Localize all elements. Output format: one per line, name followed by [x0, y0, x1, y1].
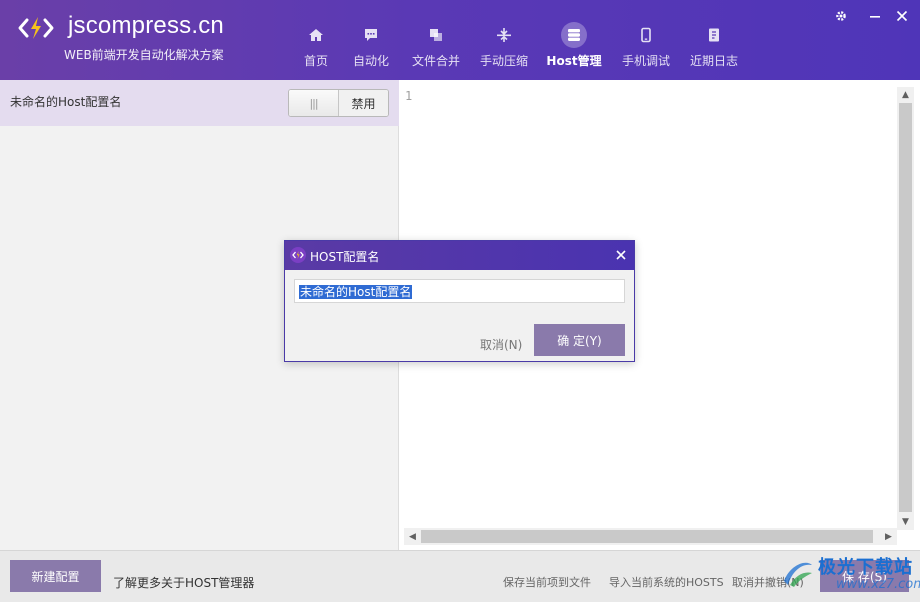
app-title: jscompress.cn — [68, 12, 224, 39]
app-subtitle: WEB前端开发自动化解决方案 — [64, 48, 224, 62]
toggle-knob[interactable]: ||| — [289, 90, 339, 116]
horizontal-scroll-thumb[interactable] — [421, 530, 873, 543]
log-icon — [701, 22, 727, 48]
scroll-down-arrow-icon[interactable]: ▼ — [897, 514, 914, 530]
enable-toggle[interactable]: ||| 禁用 — [288, 89, 389, 117]
settings-button[interactable] — [832, 8, 850, 24]
close-window-button[interactable] — [893, 8, 911, 24]
vertical-scroll-thumb[interactable] — [899, 103, 912, 512]
gear-icon — [836, 11, 846, 21]
dialog-title: HOST配置名 — [310, 250, 380, 264]
nav-phone-debug[interactable]: 手机调试 — [612, 0, 680, 80]
scroll-left-arrow-icon[interactable]: ◀ — [404, 528, 421, 545]
config-name-input[interactable]: 未命名的Host配置名 — [294, 279, 625, 303]
dialog-titlebar: HOST配置名 — [285, 241, 634, 270]
vertical-scrollbar[interactable]: ▲ ▼ — [897, 87, 914, 530]
dialog-close-button[interactable] — [613, 247, 629, 263]
selected-text: 未命名的Host配置名 — [299, 285, 413, 299]
compress-icon — [491, 22, 517, 48]
import-hosts-link[interactable]: 导入当前系统的HOSTS — [609, 574, 724, 590]
line-number: 1 — [405, 89, 413, 103]
phone-icon — [633, 22, 659, 48]
learn-more-link[interactable]: 了解更多关于HOST管理器 — [113, 574, 254, 591]
rename-dialog: HOST配置名 未命名的Host配置名 取消(N) 确 定(Y) — [284, 240, 635, 362]
disable-label: 禁用 — [339, 90, 388, 116]
host-config-item[interactable]: 未命名的Host配置名 ||| 禁用 — [0, 80, 399, 126]
minimize-icon — [870, 16, 880, 18]
nav-automation[interactable]: 自动化 — [342, 0, 400, 80]
minimize-button[interactable] — [866, 8, 884, 24]
nav-home[interactable]: 首页 — [290, 0, 342, 80]
scroll-right-arrow-icon[interactable]: ▶ — [880, 528, 897, 545]
new-config-button[interactable]: 新建配置 — [10, 560, 101, 592]
nav-recent-log[interactable]: 近期日志 — [680, 0, 748, 80]
config-name-label: 未命名的Host配置名 — [10, 95, 122, 109]
home-icon — [303, 22, 329, 48]
code-bolt-icon — [18, 17, 54, 39]
horizontal-scrollbar[interactable]: ◀ ▶ — [404, 528, 897, 545]
nav-manual-compress[interactable]: 手动压缩 — [472, 0, 536, 80]
dialog-ok-button[interactable]: 确 定(Y) — [534, 324, 625, 356]
close-icon — [616, 250, 626, 260]
server-icon — [561, 22, 587, 48]
app-header: jscompress.cn WEB前端开发自动化解决方案 首页 自动化 文件合并 — [0, 0, 920, 80]
save-to-file-link[interactable]: 保存当前项到文件 — [503, 574, 591, 590]
cancel-changes-link[interactable]: 取消并撤销(N) — [732, 574, 804, 590]
nav-host-manager[interactable]: Host管理 — [536, 0, 612, 80]
app-logo-icon — [290, 247, 306, 263]
dialog-cancel-button[interactable]: 取消(N) — [480, 336, 522, 353]
close-icon — [896, 10, 908, 22]
main-nav: 首页 自动化 文件合并 手动压缩 Host管理 手机调试 近期日志 — [290, 0, 748, 80]
save-button[interactable]: 保 存(S) — [820, 560, 909, 592]
merge-icon — [423, 22, 449, 48]
nav-file-merge[interactable]: 文件合并 — [400, 0, 472, 80]
chat-icon — [358, 22, 384, 48]
scroll-up-arrow-icon[interactable]: ▲ — [897, 87, 914, 103]
footer-bar: 新建配置 了解更多关于HOST管理器 保存当前项到文件 导入当前系统的HOSTS… — [0, 550, 920, 602]
